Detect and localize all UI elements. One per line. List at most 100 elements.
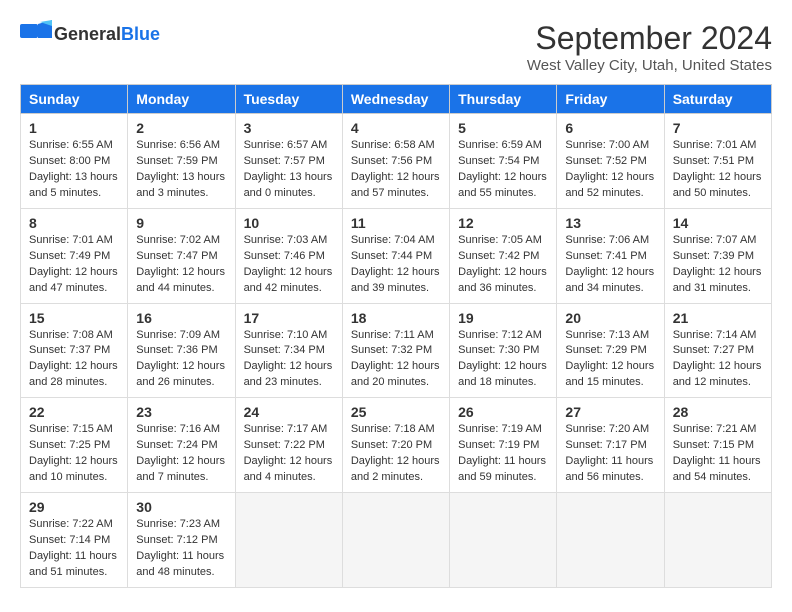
- day-number: 11: [351, 215, 441, 231]
- day-number: 10: [244, 215, 334, 231]
- calendar-cell: 25 Sunrise: 7:18 AMSunset: 7:20 PMDayligh…: [342, 398, 449, 493]
- day-number: 28: [673, 404, 763, 420]
- day-number: 17: [244, 310, 334, 326]
- day-info: Sunrise: 7:23 AMSunset: 7:12 PMDaylight:…: [136, 517, 226, 581]
- calendar-cell: 6 Sunrise: 7:00 AMSunset: 7:52 PMDaylight…: [557, 114, 664, 209]
- calendar-cell: 12Sunrise: 7:05 AMSunset: 7:42 PMDayligh…: [450, 208, 557, 303]
- title-area: September 2024 West Valley City, Utah, U…: [527, 20, 772, 74]
- day-number: 5: [458, 120, 548, 136]
- day-number: 15: [29, 310, 119, 326]
- calendar-cell: 8 Sunrise: 7:01 AMSunset: 7:49 PMDaylight…: [21, 208, 128, 303]
- day-info: Sunrise: 6:57 AMSunset: 7:57 PMDaylight:…: [244, 138, 334, 202]
- day-info: Sunrise: 7:20 AMSunset: 7:17 PMDaylight:…: [565, 422, 655, 486]
- day-info: Sunrise: 7:09 AMSunset: 7:36 PMDaylight:…: [136, 328, 226, 392]
- day-info: Sunrise: 7:02 AMSunset: 7:47 PMDaylight:…: [136, 233, 226, 297]
- logo-blue-text: Blue: [121, 24, 160, 44]
- calendar-cell: [342, 493, 449, 588]
- logo-general-text: General: [54, 24, 121, 44]
- day-number: 9: [136, 215, 226, 231]
- day-number: 25: [351, 404, 441, 420]
- day-number: 13: [565, 215, 655, 231]
- calendar-cell: [450, 493, 557, 588]
- day-number: 19: [458, 310, 548, 326]
- calendar-week-5: 29 Sunrise: 7:22 AMSunset: 7:14 PMDayligh…: [21, 493, 772, 588]
- calendar-cell: 21 Sunrise: 7:14 AMSunset: 7:27 PMDayligh…: [664, 303, 771, 398]
- day-header-tuesday: Tuesday: [235, 85, 342, 114]
- calendar-week-1: 1 Sunrise: 6:55 AMSunset: 8:00 PMDaylight…: [21, 114, 772, 209]
- calendar-cell: 11 Sunrise: 7:04 AMSunset: 7:44 PMDayligh…: [342, 208, 449, 303]
- day-info: Sunrise: 7:01 AMSunset: 7:49 PMDaylight:…: [29, 233, 119, 297]
- day-info: Sunrise: 6:59 AMSunset: 7:54 PMDaylight:…: [458, 138, 548, 202]
- day-number: 16: [136, 310, 226, 326]
- day-info: Sunrise: 7:12 AMSunset: 7:30 PMDaylight:…: [458, 328, 548, 392]
- day-info: Sunrise: 7:16 AMSunset: 7:24 PMDaylight:…: [136, 422, 226, 486]
- day-number: 29: [29, 499, 119, 515]
- location: West Valley City, Utah, United States: [527, 57, 772, 74]
- calendar-cell: [664, 493, 771, 588]
- day-info: Sunrise: 7:00 AMSunset: 7:52 PMDaylight:…: [565, 138, 655, 202]
- calendar-cell: 19 Sunrise: 7:12 AMSunset: 7:30 PMDayligh…: [450, 303, 557, 398]
- calendar-table: SundayMondayTuesdayWednesdayThursdayFrid…: [20, 84, 772, 588]
- calendar-week-4: 22Sunrise: 7:15 AMSunset: 7:25 PMDayligh…: [21, 398, 772, 493]
- day-number: 24: [244, 404, 334, 420]
- day-number: 27: [565, 404, 655, 420]
- calendar-cell: 4Sunrise: 6:58 AMSunset: 7:56 PMDaylight…: [342, 114, 449, 209]
- day-number: 14: [673, 215, 763, 231]
- calendar-cell: 29 Sunrise: 7:22 AMSunset: 7:14 PMDayligh…: [21, 493, 128, 588]
- day-number: 22: [29, 404, 119, 420]
- calendar-cell: 30 Sunrise: 7:23 AMSunset: 7:12 PMDayligh…: [128, 493, 235, 588]
- calendar-cell: 1 Sunrise: 6:55 AMSunset: 8:00 PMDaylight…: [21, 114, 128, 209]
- day-info: Sunrise: 7:13 AMSunset: 7:29 PMDaylight:…: [565, 328, 655, 392]
- calendar-body: 1 Sunrise: 6:55 AMSunset: 8:00 PMDaylight…: [21, 114, 772, 588]
- day-header-thursday: Thursday: [450, 85, 557, 114]
- day-info: Sunrise: 7:22 AMSunset: 7:14 PMDaylight:…: [29, 517, 119, 581]
- logo: GeneralBlue: [20, 20, 160, 48]
- calendar-cell: 15 Sunrise: 7:08 AMSunset: 7:37 PMDayligh…: [21, 303, 128, 398]
- day-info: Sunrise: 7:21 AMSunset: 7:15 PMDaylight:…: [673, 422, 763, 486]
- calendar-cell: 10 Sunrise: 7:03 AMSunset: 7:46 PMDayligh…: [235, 208, 342, 303]
- month-title: September 2024: [527, 20, 772, 57]
- calendar-cell: 27 Sunrise: 7:20 AMSunset: 7:17 PMDayligh…: [557, 398, 664, 493]
- day-number: 30: [136, 499, 226, 515]
- day-info: Sunrise: 7:05 AMSunset: 7:42 PMDaylight:…: [458, 233, 548, 297]
- day-info: Sunrise: 7:18 AMSunset: 7:20 PMDaylight:…: [351, 422, 441, 486]
- calendar-cell: [557, 493, 664, 588]
- day-info: Sunrise: 7:19 AMSunset: 7:19 PMDaylight:…: [458, 422, 548, 486]
- day-info: Sunrise: 6:56 AMSunset: 7:59 PMDaylight:…: [136, 138, 226, 202]
- calendar-cell: 3 Sunrise: 6:57 AMSunset: 7:57 PMDaylight…: [235, 114, 342, 209]
- calendar-cell: 5 Sunrise: 6:59 AMSunset: 7:54 PMDaylight…: [450, 114, 557, 209]
- day-number: 6: [565, 120, 655, 136]
- day-number: 3: [244, 120, 334, 136]
- day-number: 4: [351, 120, 441, 136]
- calendar-week-3: 15 Sunrise: 7:08 AMSunset: 7:37 PMDayligh…: [21, 303, 772, 398]
- day-header-friday: Friday: [557, 85, 664, 114]
- day-info: Sunrise: 7:08 AMSunset: 7:37 PMDaylight:…: [29, 328, 119, 392]
- day-info: Sunrise: 7:14 AMSunset: 7:27 PMDaylight:…: [673, 328, 763, 392]
- day-number: 1: [29, 120, 119, 136]
- calendar-cell: 18Sunrise: 7:11 AMSunset: 7:32 PMDayligh…: [342, 303, 449, 398]
- calendar-cell: 9 Sunrise: 7:02 AMSunset: 7:47 PMDaylight…: [128, 208, 235, 303]
- calendar-cell: 23Sunrise: 7:16 AMSunset: 7:24 PMDayligh…: [128, 398, 235, 493]
- calendar-cell: 24 Sunrise: 7:17 AMSunset: 7:22 PMDayligh…: [235, 398, 342, 493]
- calendar-cell: 14 Sunrise: 7:07 AMSunset: 7:39 PMDayligh…: [664, 208, 771, 303]
- day-info: Sunrise: 6:55 AMSunset: 8:00 PMDaylight:…: [29, 138, 119, 202]
- day-info: Sunrise: 7:17 AMSunset: 7:22 PMDaylight:…: [244, 422, 334, 486]
- calendar-cell: 26 Sunrise: 7:19 AMSunset: 7:19 PMDayligh…: [450, 398, 557, 493]
- day-header-saturday: Saturday: [664, 85, 771, 114]
- day-info: Sunrise: 7:06 AMSunset: 7:41 PMDaylight:…: [565, 233, 655, 297]
- day-header-sunday: Sunday: [21, 85, 128, 114]
- calendar-header-row: SundayMondayTuesdayWednesdayThursdayFrid…: [21, 85, 772, 114]
- day-number: 26: [458, 404, 548, 420]
- day-number: 21: [673, 310, 763, 326]
- day-info: Sunrise: 7:04 AMSunset: 7:44 PMDaylight:…: [351, 233, 441, 297]
- day-info: Sunrise: 7:07 AMSunset: 7:39 PMDaylight:…: [673, 233, 763, 297]
- header: GeneralBlue September 2024 West Valley C…: [20, 20, 772, 74]
- calendar-cell: 22Sunrise: 7:15 AMSunset: 7:25 PMDayligh…: [21, 398, 128, 493]
- day-header-monday: Monday: [128, 85, 235, 114]
- logo-icon: [20, 20, 52, 48]
- calendar-cell: 2 Sunrise: 6:56 AMSunset: 7:59 PMDaylight…: [128, 114, 235, 209]
- day-number: 8: [29, 215, 119, 231]
- day-number: 2: [136, 120, 226, 136]
- day-info: Sunrise: 7:03 AMSunset: 7:46 PMDaylight:…: [244, 233, 334, 297]
- calendar-cell: 16 Sunrise: 7:09 AMSunset: 7:36 PMDayligh…: [128, 303, 235, 398]
